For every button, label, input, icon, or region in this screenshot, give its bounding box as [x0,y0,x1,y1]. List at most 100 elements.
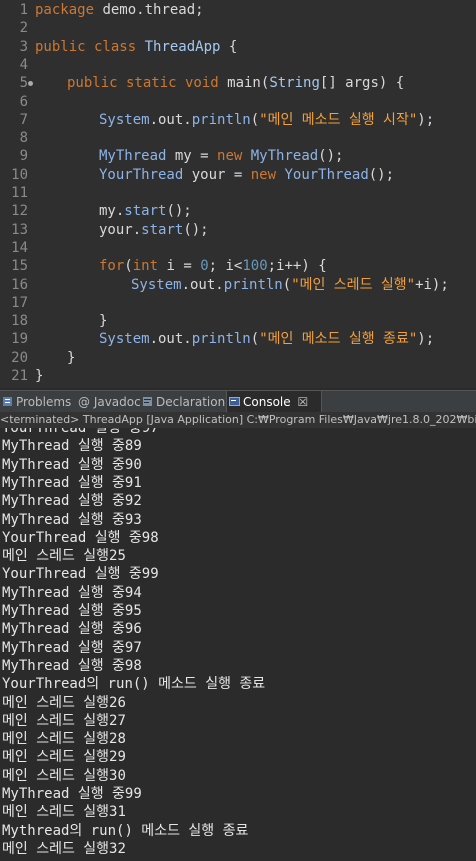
code-token: ( [282,276,292,293]
code-token: { [220,38,238,55]
code-token: ( [124,258,133,275]
code-token: package [35,2,95,18]
code-line[interactable]: public class ThreadApp { [35,38,237,56]
code-token: public static void [67,75,219,92]
line-number: 21 [11,368,28,384]
console-line: 메인 스레드 실행28 [2,731,126,748]
code-token: my = [166,148,218,165]
override-marker-icon [28,81,33,87]
line-number: 2 [19,20,28,37]
code-token: public class [35,38,137,55]
code-token: String [269,75,320,92]
console-line: MyThread 실행 중94 [2,584,142,601]
code-token: demo.thread; [94,2,204,18]
code-token: MyThread [99,148,167,165]
line-number: 12 [11,203,28,220]
line-number: 19 [11,331,28,348]
code-line[interactable]: } [35,367,43,385]
console-output[interactable]: YourThread 실행 중97 MyThread 실행 중89 MyThread… [0,428,476,861]
code-token: ;i++) { [267,258,327,275]
line-number: 3 [19,38,28,55]
line-number: 10 [11,166,28,183]
console-line: 메인 스레드 실행26 [2,694,126,711]
line-number: 18 [11,313,28,330]
console-line: MyThread 실행 중96 [2,621,142,638]
code-line[interactable]: System.out.println("메인 메소드 실행 종료"); [99,330,434,348]
console-line: 메인 스레드 실행27 [2,712,126,729]
view-tab-bar: Problems @ Javadoc Declaration Console ☒ [0,390,476,413]
console-line: MyThread 실행 중99 [2,786,142,802]
code-token: ); [417,111,435,128]
code-editor[interactable]: 1 2 3 4 5 6 7 8 9 10 11 12 13 14 15 16 17 18 19 20 21 package… [0,0,476,388]
code-line[interactable]: YourThread your = new YourThread(); [99,166,394,184]
line-number: 4 [19,56,28,73]
code-line[interactable]: package demo.thread; [35,1,204,19]
code-token: ; i< [208,258,243,275]
code-token: println [191,111,251,128]
problems-icon [3,397,12,406]
console-line: Mythread의 run() 메소드 실행 종료 [2,822,249,839]
declaration-icon [143,397,152,406]
code-token: "메인 메소드 실행 시작" [259,111,418,128]
code-token: System [99,331,150,348]
code-token: .out. [149,111,192,128]
console-line: 메인 스레드 실행30 [2,767,126,784]
code-line[interactable]: System.out.println("메인 스레드 실행"+i); [131,276,449,294]
code-line[interactable]: your.start(); [99,221,209,239]
tab-label: @ Javadoc [78,395,141,409]
code-token: YourThread [276,166,369,183]
code-token: .out. [149,331,192,348]
code-token: i = [158,258,201,275]
code-token: your. [99,221,142,238]
code-token: } [67,349,76,366]
console-line: 메인 스레드 실행25 [2,548,126,565]
code-token: (); [183,221,209,238]
code-token: } [35,368,44,384]
line-number: 20 [11,349,28,366]
line-number: 13 [11,221,28,238]
code-line[interactable]: MyThread my = new MyThread(); [99,147,343,165]
code-token: (); [368,166,395,183]
code-token: println [223,276,283,293]
console-line: MyThread 실행 중93 [2,511,142,528]
console-line: MyThread 실행 중89 [2,438,142,455]
code-token: println [191,331,251,348]
tab-console[interactable]: Console ☒ [226,391,322,413]
code-token: my. [99,203,125,220]
line-number: 7 [19,111,28,128]
tab-javadoc[interactable]: @ Javadoc [70,391,148,413]
console-line: MyThread 실행 중91 [2,474,142,491]
console-line: MyThread 실행 중95 [2,603,142,619]
code-line[interactable]: for(int i = 0; i<100;i++) { [99,257,327,275]
code-token: [] args) { [319,75,405,92]
code-token: your = [183,166,251,183]
code-token: ( [250,111,260,128]
tab-label: Console [243,395,291,409]
code-token: } [99,313,108,330]
code-token: "메인 스레드 실행" [291,276,416,293]
code-token: start [124,203,167,220]
line-number: 6 [19,93,28,110]
code-token: "메인 메소드 실행 종료" [259,331,418,348]
code-token: (); [166,203,192,220]
console-line: YourThread의 run() 메소드 실행 종료 [2,676,266,693]
console-line: 메인 스레드 실행31 [2,804,126,821]
code-line[interactable]: } [99,312,107,330]
code-token: MyThread [242,148,319,165]
code-token: 100 [242,258,268,275]
code-line[interactable]: } [67,349,75,367]
code-line[interactable]: my.start(); [99,202,192,220]
code-token: start [141,221,184,238]
code-token: System [131,276,182,293]
line-number: 16 [11,276,28,293]
console-icon [229,397,240,406]
code-token: int [132,258,159,275]
code-token: new [250,166,277,183]
tab-label: Problems [16,395,72,409]
code-line[interactable]: public static void main(String[] args) { [67,74,404,92]
code-token: 0 [200,258,209,275]
code-line[interactable]: System.out.println("메인 메소드 실행 시작"); [99,111,434,129]
close-icon[interactable]: ☒ [297,395,308,409]
console-line: 메인 스레드 실행29 [2,749,126,766]
console-status-line: <terminated> ThreadApp [Java Application… [0,412,476,429]
